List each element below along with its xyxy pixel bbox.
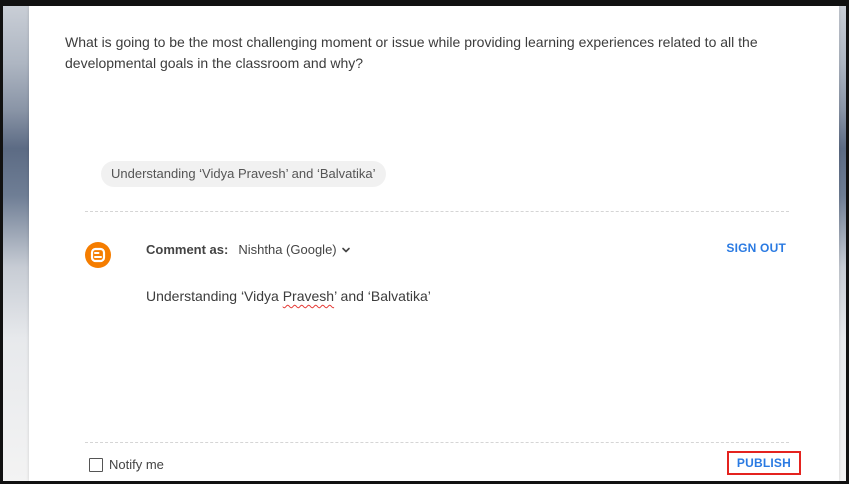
comment-as-label: Comment as: — [146, 242, 229, 257]
comment-card: What is going to be the most challenging… — [29, 6, 839, 481]
account-selector[interactable]: Nishtha (Google) — [238, 242, 350, 257]
publish-button[interactable]: PUBLISH — [726, 451, 801, 475]
comment-text-part: ’ and ‘Balvatika’ — [334, 288, 431, 304]
account-name: Nishtha (Google) — [238, 242, 337, 257]
blogger-icon — [85, 242, 111, 268]
divider-top — [85, 211, 789, 212]
divider-bottom — [85, 442, 789, 443]
background-image-left — [3, 6, 29, 481]
comment-text-part: Understanding ‘Vidya — [146, 288, 283, 304]
screenshot-frame: What is going to be the most challenging… — [0, 0, 849, 484]
reply-chip[interactable]: Understanding ‘Vidya Pravesh’ and ‘Balva… — [101, 161, 386, 187]
notify-checkbox[interactable] — [89, 457, 103, 472]
sign-out-link[interactable]: SIGN OUT — [726, 241, 786, 255]
question-text: What is going to be the most challenging… — [65, 34, 758, 71]
misspelled-word: Pravesh — [282, 288, 335, 304]
notify-me-option[interactable]: Notify me — [89, 457, 164, 472]
comment-as-row: Comment as: Nishtha (Google) — [146, 242, 351, 257]
notify-label: Notify me — [109, 457, 164, 472]
chevron-down-icon — [341, 247, 350, 252]
comment-textarea[interactable]: Understanding ‘Vidya Pravesh’ and ‘Balva… — [146, 286, 776, 306]
